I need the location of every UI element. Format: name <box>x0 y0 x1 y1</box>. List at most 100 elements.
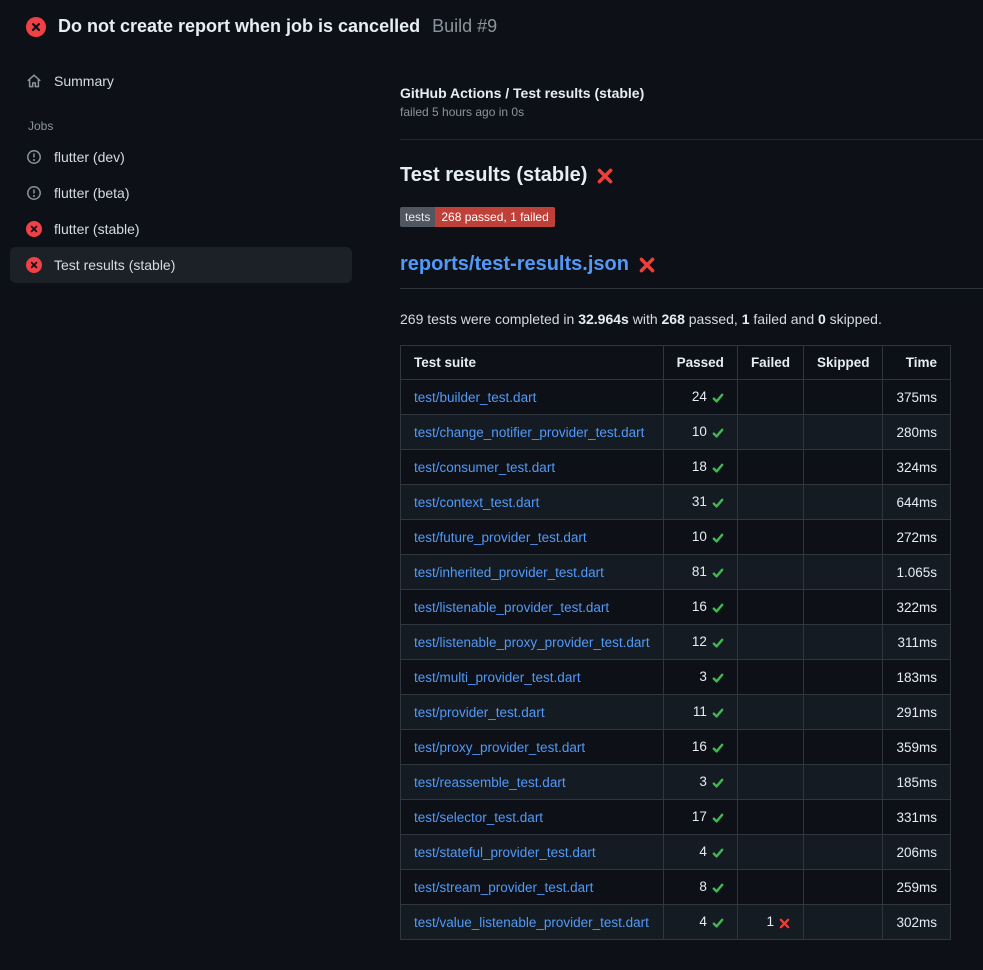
time-cell: 185ms <box>883 765 951 800</box>
summary-failed-count: 1 <box>742 311 750 327</box>
suite-link[interactable]: test/builder_test.dart <box>414 390 536 405</box>
skipped-cell <box>803 520 883 555</box>
skipped-cell <box>803 660 883 695</box>
failed-cell <box>737 835 803 870</box>
suite-cell: test/reassemble_test.dart <box>401 765 664 800</box>
passed-count: 81 <box>692 564 707 579</box>
suite-cell: test/context_test.dart <box>401 485 664 520</box>
time-value: 280ms <box>896 425 937 440</box>
check-icon <box>712 773 724 792</box>
suite-link[interactable]: test/stream_provider_test.dart <box>414 880 593 895</box>
x-icon <box>597 168 613 184</box>
report-link[interactable]: reports/test-results.json <box>400 253 629 276</box>
table-row: test/proxy_provider_test.dart 16 359ms <box>401 730 951 765</box>
tests-badge: tests 268 passed, 1 failed <box>400 207 555 227</box>
passed-cell: 16 <box>663 730 737 765</box>
time-cell: 259ms <box>883 870 951 905</box>
passed-cell: 31 <box>663 485 737 520</box>
suite-link[interactable]: test/inherited_provider_test.dart <box>414 565 604 580</box>
time-value: 359ms <box>896 740 937 755</box>
sidebar-item-flutter-stable[interactable]: flutter (stable) <box>10 211 352 247</box>
summary-text: 269 tests were completed in <box>400 311 578 327</box>
failed-cell <box>737 555 803 590</box>
check-icon <box>712 458 724 477</box>
time-value: 206ms <box>896 845 937 860</box>
suite-cell: test/consumer_test.dart <box>401 450 664 485</box>
sidebar-item-flutter-beta[interactable]: flutter (beta) <box>10 175 352 211</box>
failed-cell <box>737 660 803 695</box>
col-header-time: Time <box>883 346 951 380</box>
page-layout: Summary Jobs flutter (dev) flutter (beta… <box>0 49 983 970</box>
suite-link[interactable]: test/future_provider_test.dart <box>414 530 587 545</box>
time-cell: 302ms <box>883 905 951 940</box>
table-row: test/stateful_provider_test.dart 4 206ms <box>401 835 951 870</box>
suite-link[interactable]: test/multi_provider_test.dart <box>414 670 581 685</box>
suite-cell: test/stateful_provider_test.dart <box>401 835 664 870</box>
time-value: 183ms <box>896 670 937 685</box>
time-value: 322ms <box>896 600 937 615</box>
passed-cell: 18 <box>663 450 737 485</box>
suite-link[interactable]: test/stateful_provider_test.dart <box>414 845 596 860</box>
passed-count: 31 <box>692 494 707 509</box>
suite-link[interactable]: test/consumer_test.dart <box>414 460 555 475</box>
passed-cell: 10 <box>663 520 737 555</box>
sidebar-item-summary[interactable]: Summary <box>10 63 352 99</box>
x-icon <box>639 257 655 273</box>
sidebar-item-test-results-stable[interactable]: Test results (stable) <box>10 247 352 283</box>
summary-text: with <box>629 311 662 327</box>
table-row: test/stream_provider_test.dart 8 259ms <box>401 870 951 905</box>
sidebar-item-label: flutter (stable) <box>54 221 140 237</box>
passed-cell: 4 <box>663 905 737 940</box>
time-cell: 183ms <box>883 660 951 695</box>
passed-cell: 3 <box>663 660 737 695</box>
check-icon <box>712 878 724 897</box>
summary-text: failed and <box>750 311 819 327</box>
check-icon <box>712 703 724 722</box>
time-value: 259ms <box>896 880 937 895</box>
suite-link[interactable]: test/selector_test.dart <box>414 810 543 825</box>
suite-link[interactable]: test/context_test.dart <box>414 495 539 510</box>
sidebar-item-flutter-dev[interactable]: flutter (dev) <box>10 139 352 175</box>
time-cell: 322ms <box>883 590 951 625</box>
passed-count: 16 <box>692 599 707 614</box>
time-cell: 206ms <box>883 835 951 870</box>
skipped-cell <box>803 485 883 520</box>
passed-count: 10 <box>692 424 707 439</box>
table-row: test/inherited_provider_test.dart 81 1.0… <box>401 555 951 590</box>
check-icon <box>712 528 724 547</box>
skipped-cell <box>803 555 883 590</box>
suite-link[interactable]: test/listenable_proxy_provider_test.dart <box>414 635 650 650</box>
passed-cell: 11 <box>663 695 737 730</box>
failed-count: 1 <box>766 914 774 929</box>
skipped-cell <box>803 695 883 730</box>
sidebar-item-label: flutter (beta) <box>54 185 129 201</box>
time-value: 302ms <box>896 915 937 930</box>
table-row: test/future_provider_test.dart 10 272ms <box>401 520 951 555</box>
check-icon <box>712 808 724 827</box>
suite-cell: test/value_listenable_provider_test.dart <box>401 905 664 940</box>
time-value: 324ms <box>896 460 937 475</box>
x-icon <box>779 913 790 932</box>
suite-link[interactable]: test/listenable_provider_test.dart <box>414 600 609 615</box>
check-icon <box>712 423 724 442</box>
failed-cell <box>737 730 803 765</box>
suite-link[interactable]: test/change_notifier_provider_test.dart <box>414 425 644 440</box>
home-icon <box>26 73 42 89</box>
time-value: 185ms <box>896 775 937 790</box>
suite-link[interactable]: test/reassemble_test.dart <box>414 775 566 790</box>
suite-cell: test/proxy_provider_test.dart <box>401 730 664 765</box>
suite-cell: test/change_notifier_provider_test.dart <box>401 415 664 450</box>
time-value: 1.065s <box>896 565 937 580</box>
suite-link[interactable]: test/proxy_provider_test.dart <box>414 740 585 755</box>
suite-link[interactable]: test/provider_test.dart <box>414 705 545 720</box>
suite-cell: test/listenable_proxy_provider_test.dart <box>401 625 664 660</box>
check-icon <box>712 598 724 617</box>
passed-count: 17 <box>692 809 707 824</box>
suite-link[interactable]: test/value_listenable_provider_test.dart <box>414 915 649 930</box>
main-content: GitHub Actions / Test results (stable) f… <box>375 49 983 970</box>
suite-cell: test/selector_test.dart <box>401 800 664 835</box>
divider <box>400 139 983 140</box>
skipped-cell <box>803 730 883 765</box>
failed-cell <box>737 415 803 450</box>
skipped-cell <box>803 590 883 625</box>
